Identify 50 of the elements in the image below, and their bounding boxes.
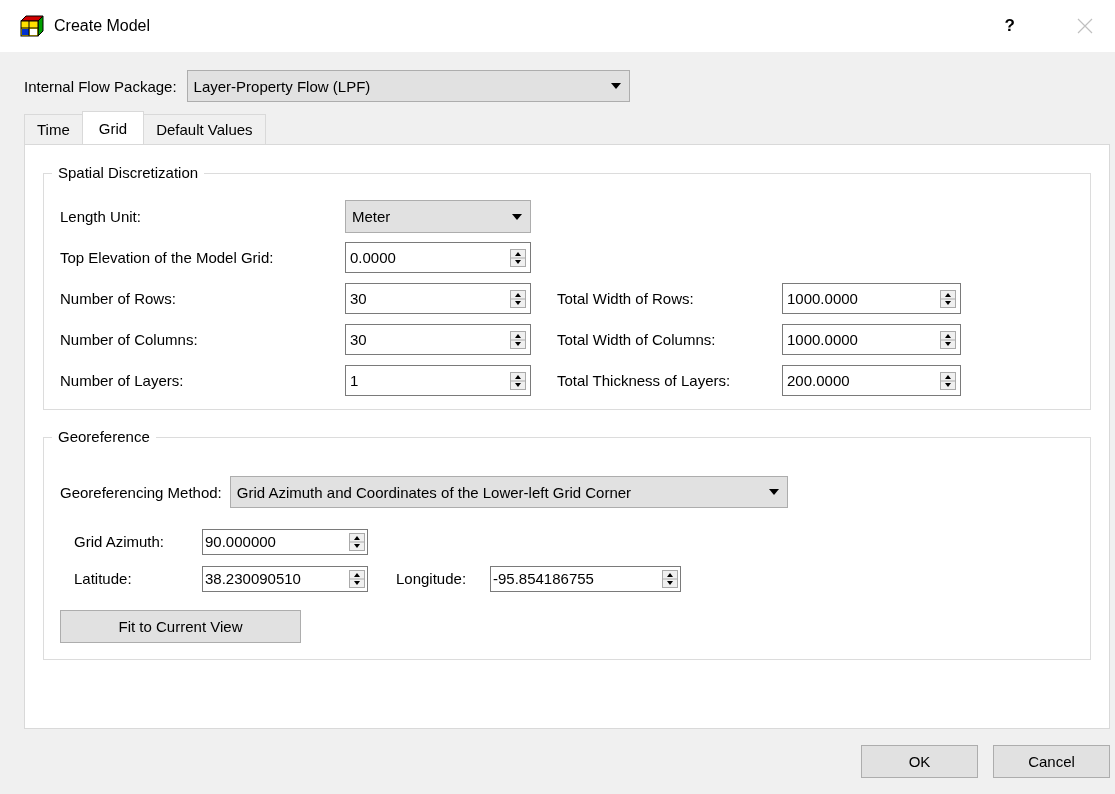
method-dropdown[interactable]: Grid Azimuth and Coordinates of the Lower-left Grid Corner: [229, 476, 788, 508]
field-label: Length Unit:: [60, 208, 142, 225]
tab[interactable]: Time: [24, 114, 83, 144]
number-field[interactable]: 30: [345, 324, 531, 355]
group-title: Georeference: [52, 428, 156, 445]
caret-icon: [610, 83, 621, 89]
field-label: Total Width of Rows:: [557, 290, 695, 307]
unit-dropdown[interactable]: Meter: [345, 200, 531, 233]
number-field[interactable]: 0.0000: [345, 242, 531, 273]
field-label: Top Elevation of the Model Grid:: [60, 249, 275, 266]
field-label: Number of Columns:: [60, 331, 199, 348]
field-label: Number of Rows:: [60, 290, 177, 307]
number-field[interactable]: 1000.0000: [782, 324, 961, 355]
dialog-button[interactable]: Cancel: [993, 745, 1110, 778]
spinner-icon[interactable]: [940, 371, 956, 390]
number-field[interactable]: 200.0000: [782, 365, 961, 396]
caret-icon: [512, 213, 522, 220]
field-label: Total Width of Columns:: [557, 331, 717, 348]
field-label: Grid Azimuth:: [74, 533, 166, 550]
spinner-icon[interactable]: [349, 569, 365, 588]
spinner-icon[interactable]: [510, 289, 526, 308]
window-title: Create Model: [54, 17, 151, 35]
field-label: Georeferencing Method:: [60, 483, 222, 501]
cube-icon: [20, 15, 44, 37]
number-field[interactable]: 30: [345, 283, 531, 314]
number-field[interactable]: 38.230090510: [202, 565, 368, 592]
field-label: Internal Flow Package:: [24, 77, 177, 95]
tab[interactable]: Grid: [81, 111, 145, 144]
number-field[interactable]: 90.000000: [202, 528, 368, 555]
number-field[interactable]: 1: [345, 365, 531, 396]
spinner-icon[interactable]: [940, 289, 956, 308]
group-title: Spatial Discretization: [52, 164, 205, 181]
number-field[interactable]: 1000.0000: [782, 283, 961, 314]
field-label: Latitude:: [74, 570, 133, 587]
fit-button[interactable]: Fit to Current View: [60, 610, 301, 643]
help-button[interactable]: ?: [998, 16, 1021, 36]
spinner-icon[interactable]: [510, 330, 526, 349]
spinner-icon[interactable]: [510, 371, 526, 390]
spinner-icon[interactable]: [510, 248, 526, 267]
number-field[interactable]: -95.854186755: [490, 565, 681, 592]
package-dropdown[interactable]: Layer-Property Flow (LPF): [186, 70, 630, 102]
tab[interactable]: Default Values: [143, 114, 266, 144]
spinner-icon[interactable]: [349, 532, 365, 551]
field-label: Total Thickness of Layers:: [557, 372, 732, 389]
caret-icon: [768, 489, 779, 495]
spinner-icon[interactable]: [662, 569, 678, 588]
field-label: Number of Layers:: [60, 372, 185, 389]
spinner-icon[interactable]: [940, 330, 956, 349]
field-label: Longitude:: [395, 570, 468, 587]
dialog-button[interactable]: OK: [861, 745, 978, 778]
